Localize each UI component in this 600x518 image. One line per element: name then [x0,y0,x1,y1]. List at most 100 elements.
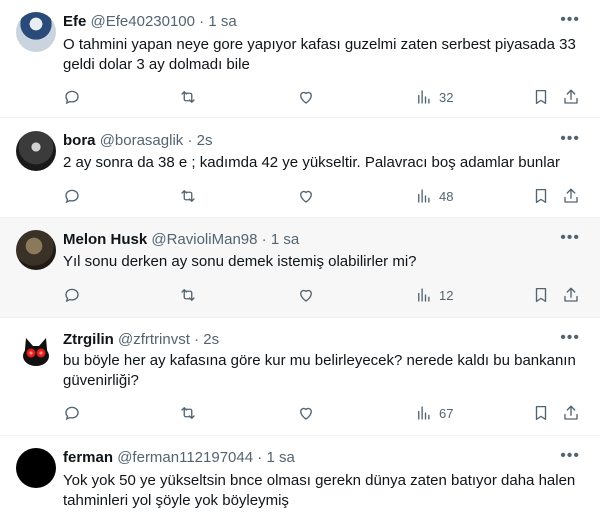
timestamp[interactable]: 1 sa [266,449,294,466]
more-icon[interactable]: ••• [560,129,580,149]
tweet-text: Yok yok 50 ye yükseltsin bnce olması ger… [63,472,576,509]
more-icon[interactable]: ••• [560,328,580,348]
retweet-button[interactable] [179,285,197,305]
display-name[interactable]: Melon Husk [63,231,147,248]
more-icon[interactable]: ••• [560,228,580,248]
user-handle[interactable]: @zfrtrinvst [118,331,190,348]
tweet-actions: 12 [63,285,583,305]
tweet-header: Ztrgilin @zfrtrinvst · 2s [63,330,219,350]
like-icon [300,190,312,203]
more-icon[interactable]: ••• [560,10,580,30]
display-name[interactable]: Efe [63,13,86,30]
avatar[interactable] [16,131,56,171]
reply-button[interactable] [63,285,81,305]
tweet-header: bora @borasaglik · 2s [63,131,212,151]
views-button[interactable]: 67 [415,403,453,423]
like-icon [300,91,312,104]
bookmark-button[interactable] [532,186,550,206]
bookmark-icon [535,188,547,204]
like-icon [300,407,312,420]
bookmark-button[interactable] [532,403,550,423]
retweet-icon [181,407,195,419]
avatar[interactable] [16,330,56,370]
timestamp[interactable]: 1 sa [271,231,299,248]
timestamp[interactable]: 2s [197,132,213,149]
retweet-icon [181,289,195,301]
share-icon [564,188,578,203]
tweet[interactable]: bora @borasaglik · 2s ••• 2 ay sonra da … [0,118,600,218]
tweet-text: bu böyle her ay kafasına göre kur mu bel… [63,352,576,389]
views-icon [418,288,430,302]
share-button[interactable] [562,87,580,107]
avatar[interactable] [16,230,56,270]
display-name[interactable]: ferman [63,449,113,466]
share-icon [564,405,578,420]
bookmark-icon [535,405,547,421]
tweet-text: 2 ay sonra da 38 e ; kadımda 42 ye yükse… [63,154,560,171]
view-count: 48 [439,188,454,204]
tweet-header: ferman @ferman112197044 · 1 sa [63,448,295,468]
share-button[interactable] [562,186,580,206]
reply-icon [65,90,79,105]
share-icon [564,89,578,104]
share-button[interactable] [562,403,580,423]
views-button[interactable]: 12 [415,285,453,305]
retweet-icon [181,91,195,103]
cat-avatar-icon [23,338,49,366]
bookmark-icon [535,89,547,105]
user-handle[interactable]: @ferman112197044 [117,449,253,466]
user-handle[interactable]: @Efe40230100 [91,13,195,30]
like-button[interactable] [297,285,315,305]
reply-button[interactable] [63,403,81,423]
reply-icon [65,189,79,204]
tweet[interactable]: ferman @ferman112197044 · 1 sa ••• Yok y… [0,436,600,518]
tweet-text: O tahmini yapan neye gore yapıyor kafası… [63,36,576,73]
like-button[interactable] [297,87,315,107]
retweet-button[interactable] [179,87,197,107]
retweet-button[interactable] [179,186,197,206]
separator: · [199,13,205,30]
view-count: 32 [439,89,454,105]
view-count: 12 [439,287,454,303]
views-button[interactable]: 48 [415,186,453,206]
tweet-actions: 67 [63,403,583,423]
more-icon[interactable]: ••• [560,446,580,466]
tweet-text: Yıl sonu derken ay sonu demek istemiş ol… [63,253,417,270]
separator: · [187,132,193,149]
share-icon [564,287,578,302]
bookmark-icon [535,287,547,303]
display-name[interactable]: bora [63,132,96,149]
views-icon [418,90,430,104]
like-button[interactable] [297,403,315,423]
tweet-actions: 48 [63,186,583,206]
user-handle[interactable]: @borasaglik [100,132,184,149]
tweet[interactable]: Ztrgilin @zfrtrinvst · 2s ••• bu böyle h… [0,318,600,436]
tweet[interactable]: Efe @Efe40230100 · 1 sa ••• O tahmini ya… [0,0,600,118]
separator: · [194,331,200,348]
views-button[interactable]: 32 [415,87,453,107]
like-button[interactable] [297,186,315,206]
timestamp[interactable]: 1 sa [208,13,236,30]
display-name[interactable]: Ztrgilin [63,331,114,348]
like-icon [300,289,312,302]
tweet-actions: 32 [63,87,583,107]
separator: · [261,231,267,248]
tweet-header: Melon Husk @RavioliMan98 · 1 sa [63,230,299,250]
bookmark-button[interactable] [532,285,550,305]
avatar[interactable] [16,448,56,488]
views-icon [418,189,430,203]
share-button[interactable] [562,285,580,305]
avatar[interactable] [16,12,56,52]
reply-button[interactable] [63,186,81,206]
reply-button[interactable] [63,87,81,107]
timestamp[interactable]: 2s [203,331,219,348]
tweet[interactable]: Melon Husk @RavioliMan98 · 1 sa ••• Yıl … [0,218,600,318]
views-icon [418,406,430,420]
reply-icon [65,406,79,421]
reply-icon [65,288,79,303]
user-handle[interactable]: @RavioliMan98 [151,231,257,248]
bookmark-button[interactable] [532,87,550,107]
separator: · [257,449,263,466]
view-count: 67 [439,405,454,421]
retweet-button[interactable] [179,403,197,423]
